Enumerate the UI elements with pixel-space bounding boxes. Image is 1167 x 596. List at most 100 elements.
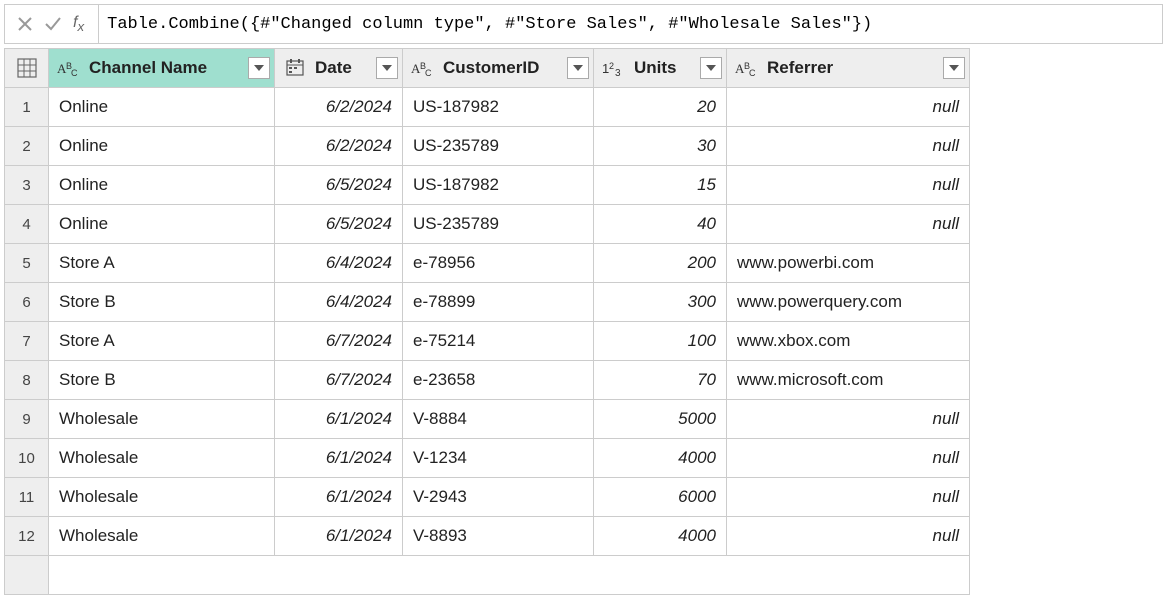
cell-units[interactable]: 40 [594,205,727,244]
cell-date[interactable]: 6/1/2024 [275,400,403,439]
row-number[interactable]: 6 [5,283,49,322]
cell-units[interactable]: 200 [594,244,727,283]
row-number[interactable]: 12 [5,517,49,556]
cell-referrer[interactable]: null [727,205,970,244]
row-number[interactable]: 11 [5,478,49,517]
filter-button[interactable] [700,57,722,79]
row-number[interactable]: 5 [5,244,49,283]
formula-input[interactable] [98,5,1162,43]
cell-customerid[interactable]: e-23658 [403,361,594,400]
cell-referrer[interactable]: null [727,166,970,205]
cell-referrer[interactable]: null [727,478,970,517]
row-number[interactable]: 1 [5,88,49,127]
table-row[interactable]: 10Wholesale6/1/2024V-12344000null [5,439,970,478]
cell-date[interactable]: 6/2/2024 [275,127,403,166]
cell-referrer[interactable]: null [727,400,970,439]
cell-date[interactable]: 6/7/2024 [275,322,403,361]
cell-customerid[interactable]: US-235789 [403,205,594,244]
select-all-corner[interactable] [5,49,49,88]
table-row[interactable]: 2Online6/2/2024US-23578930null [5,127,970,166]
cell-date[interactable]: 6/1/2024 [275,439,403,478]
cell-customerid[interactable]: US-187982 [403,166,594,205]
cell-channel[interactable]: Store A [49,244,275,283]
table-row[interactable]: 5Store A6/4/2024e-78956200www.powerbi.co… [5,244,970,283]
cell-referrer[interactable]: null [727,88,970,127]
table-row[interactable]: 7Store A6/7/2024e-75214100www.xbox.com [5,322,970,361]
cell-channel[interactable]: Online [49,166,275,205]
cell-referrer[interactable]: www.powerbi.com [727,244,970,283]
cell-channel[interactable]: Store A [49,322,275,361]
row-number[interactable]: 9 [5,400,49,439]
cell-channel[interactable]: Store B [49,361,275,400]
cell-channel[interactable]: Store B [49,283,275,322]
cell-customerid[interactable]: e-78956 [403,244,594,283]
cell-date[interactable]: 6/5/2024 [275,205,403,244]
cell-customerid[interactable]: V-1234 [403,439,594,478]
table-row[interactable]: 6Store B6/4/2024e-78899300www.powerquery… [5,283,970,322]
cell-referrer[interactable]: www.powerquery.com [727,283,970,322]
cell-customerid[interactable]: V-8884 [403,400,594,439]
cell-units[interactable]: 4000 [594,517,727,556]
cell-date[interactable]: 6/5/2024 [275,166,403,205]
cell-channel[interactable]: Wholesale [49,517,275,556]
filter-button[interactable] [248,57,270,79]
cell-date[interactable]: 6/4/2024 [275,283,403,322]
column-header-date[interactable]: Date [275,49,403,88]
column-header-channel-name[interactable]: ABC Channel Name [49,49,275,88]
table-row[interactable]: 1Online6/2/2024US-18798220null [5,88,970,127]
cell-date[interactable]: 6/4/2024 [275,244,403,283]
table-row[interactable]: 8Store B6/7/2024e-2365870www.microsoft.c… [5,361,970,400]
cell-date[interactable]: 6/1/2024 [275,478,403,517]
cell-channel[interactable]: Wholesale [49,478,275,517]
row-number[interactable]: 8 [5,361,49,400]
cell-channel[interactable]: Wholesale [49,400,275,439]
row-number[interactable]: 7 [5,322,49,361]
cell-customerid[interactable]: US-187982 [403,88,594,127]
cell-units[interactable]: 30 [594,127,727,166]
row-number[interactable]: 3 [5,166,49,205]
table-row[interactable]: 3Online6/5/2024US-18798215null [5,166,970,205]
filter-button[interactable] [567,57,589,79]
cell-channel[interactable]: Wholesale [49,439,275,478]
cell-units[interactable]: 300 [594,283,727,322]
cell-channel[interactable]: Online [49,127,275,166]
cell-units[interactable]: 15 [594,166,727,205]
filter-button[interactable] [943,57,965,79]
row-number[interactable]: 4 [5,205,49,244]
cell-customerid[interactable]: V-8893 [403,517,594,556]
column-header-referrer[interactable]: ABC Referrer [727,49,970,88]
cell-referrer[interactable]: null [727,127,970,166]
cancel-formula-button[interactable] [13,12,37,36]
cell-units[interactable]: 5000 [594,400,727,439]
filter-button[interactable] [376,57,398,79]
row-number[interactable]: 10 [5,439,49,478]
cell-customerid[interactable]: V-2943 [403,478,594,517]
cell-referrer[interactable]: www.microsoft.com [727,361,970,400]
text-type-icon: ABC [735,58,761,78]
column-header-units[interactable]: 123 Units [594,49,727,88]
cell-channel[interactable]: Online [49,88,275,127]
cell-customerid[interactable]: e-75214 [403,322,594,361]
cell-units[interactable]: 20 [594,88,727,127]
cell-channel[interactable]: Online [49,205,275,244]
formula-bar: fx [4,4,1163,44]
cell-referrer[interactable]: null [727,517,970,556]
table-row[interactable]: 9Wholesale6/1/2024V-88845000null [5,400,970,439]
column-header-customerid[interactable]: ABC CustomerID [403,49,594,88]
cell-date[interactable]: 6/1/2024 [275,517,403,556]
cell-date[interactable]: 6/7/2024 [275,361,403,400]
cell-units[interactable]: 70 [594,361,727,400]
cell-units[interactable]: 4000 [594,439,727,478]
cell-referrer[interactable]: null [727,439,970,478]
cell-referrer[interactable]: www.xbox.com [727,322,970,361]
row-number[interactable]: 2 [5,127,49,166]
cell-customerid[interactable]: US-235789 [403,127,594,166]
table-row[interactable]: 11Wholesale6/1/2024V-29436000null [5,478,970,517]
cell-date[interactable]: 6/2/2024 [275,88,403,127]
cell-units[interactable]: 100 [594,322,727,361]
accept-formula-button[interactable] [41,12,65,36]
cell-units[interactable]: 6000 [594,478,727,517]
table-row[interactable]: 12Wholesale6/1/2024V-88934000null [5,517,970,556]
cell-customerid[interactable]: e-78899 [403,283,594,322]
table-row[interactable]: 4Online6/5/2024US-23578940null [5,205,970,244]
